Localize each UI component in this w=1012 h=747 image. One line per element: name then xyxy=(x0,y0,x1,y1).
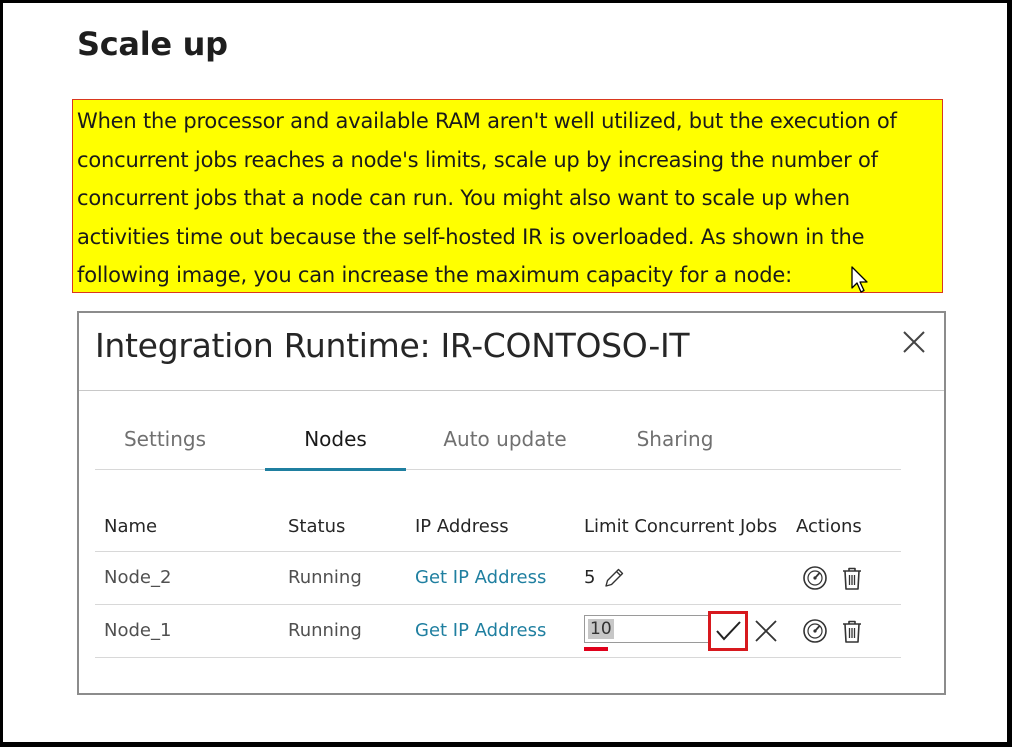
header-limit-concurrent-jobs: Limit Concurrent Jobs xyxy=(584,516,778,537)
confirm-button[interactable] xyxy=(708,611,748,651)
red-underline-annotation xyxy=(584,647,608,651)
tab-sharing[interactable]: Sharing xyxy=(605,409,745,469)
tab-nodes[interactable]: Nodes xyxy=(265,409,406,471)
table-row: Node_2 Running Get IP Address 5 xyxy=(95,551,901,604)
tab-settings[interactable]: Settings xyxy=(95,409,235,469)
header-name: Name xyxy=(104,516,158,537)
dialog-header: Integration Runtime: IR-CONTOSO-IT xyxy=(79,313,944,391)
screenshot-frame: Scale up When the processor and availabl… xyxy=(0,0,1012,747)
paragraph-line-4: activities time out because the self-hos… xyxy=(77,224,865,249)
close-icon[interactable] xyxy=(752,617,780,645)
limit-value: 5 xyxy=(584,567,596,588)
checkmark-icon xyxy=(716,621,741,641)
close-icon[interactable] xyxy=(901,329,927,355)
gauge-icon[interactable] xyxy=(802,565,828,591)
node-status: Running xyxy=(288,620,362,641)
dialog-title: Integration Runtime: IR-CONTOSO-IT xyxy=(95,326,690,365)
paragraph-line-5: following image, you can increase the ma… xyxy=(77,263,793,287)
page-heading: Scale up xyxy=(77,25,228,63)
node-name: Node_2 xyxy=(104,567,172,588)
trash-icon[interactable] xyxy=(839,618,865,644)
trash-icon[interactable] xyxy=(839,565,865,591)
mouse-cursor-icon xyxy=(851,266,868,293)
table-row: Node_1 Running Get IP Address 10 xyxy=(95,604,901,658)
tab-bar: Settings Nodes Auto update Sharing xyxy=(95,409,901,471)
paragraph-line-1: When the processor and available RAM are… xyxy=(77,109,897,133)
node-status: Running xyxy=(288,567,362,588)
header-actions: Actions xyxy=(796,516,862,537)
node-name: Node_1 xyxy=(104,620,172,641)
get-ip-address-link[interactable]: Get IP Address xyxy=(415,552,546,604)
pencil-icon[interactable] xyxy=(602,566,626,590)
limit-concurrent-jobs-input[interactable]: 10 xyxy=(584,615,710,643)
header-status: Status xyxy=(288,516,346,537)
paragraph-line-2: concurrent jobs reaches a node's limits,… xyxy=(77,147,878,172)
get-ip-address-link[interactable]: Get IP Address xyxy=(415,605,546,657)
limit-input-value: 10 xyxy=(588,619,614,639)
highlighted-paragraph: When the processor and available RAM are… xyxy=(72,99,943,293)
integration-runtime-dialog: Integration Runtime: IR-CONTOSO-IT Setti… xyxy=(77,311,946,695)
gauge-icon[interactable] xyxy=(802,618,828,644)
paragraph-line-3: concurrent jobs that a node can run. You… xyxy=(77,186,850,210)
tab-auto-update[interactable]: Auto update xyxy=(435,409,575,469)
header-ip-address: IP Address xyxy=(415,516,509,537)
